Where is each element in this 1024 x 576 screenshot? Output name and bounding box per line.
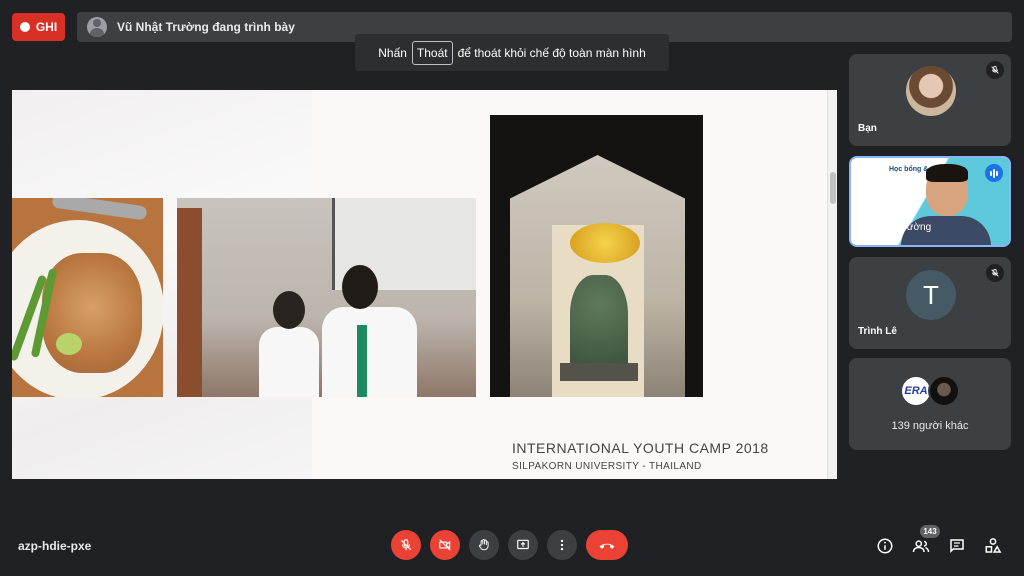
shared-slide: INTERNATIONAL YOUTH CAMP 2018 SILPAKORN …	[12, 90, 837, 479]
avatar: T	[906, 270, 956, 320]
chat-icon	[950, 539, 964, 554]
people-count-badge: 143	[920, 525, 940, 538]
mic-off-icon	[986, 264, 1004, 282]
end-call-button[interactable]	[586, 530, 628, 560]
others-count-label: 139 người khác	[891, 420, 969, 432]
presenter-text: Vũ Nhật Trường đang trình bày	[117, 20, 295, 34]
participant-tile-presenter[interactable]: Học bổng & cơ hội học Vũ Nhật Trường	[849, 156, 1011, 247]
people-icon	[912, 540, 930, 553]
slide-subtitle: SILPAKORN UNIVERSITY - THAILAND	[512, 461, 702, 472]
participant-tile-trinh[interactable]: T Trình Lê	[849, 257, 1011, 349]
toast-suffix: để thoát khỏi chế độ toàn màn hình	[457, 45, 646, 60]
scrollbar-thumb[interactable]	[830, 172, 836, 204]
toast-prefix: Nhấn	[378, 45, 407, 60]
participant-name: Bạn	[858, 123, 877, 134]
meeting-code: azp-hdie-pxe	[18, 539, 92, 553]
recording-label: GHI	[35, 20, 58, 34]
presenter-avatar-icon	[87, 17, 107, 37]
participant-tile-self[interactable]: Bạn	[849, 54, 1011, 146]
end-call-icon	[599, 543, 615, 549]
escape-key-chip: Thoát	[411, 40, 453, 65]
present-screen-icon	[517, 539, 529, 550]
mic-off-icon	[400, 539, 412, 551]
recording-dot-icon	[19, 22, 30, 32]
pad-thai-photo	[12, 198, 163, 397]
participant-name: Vũ Nhật Trường	[859, 222, 932, 233]
other-participants-tile[interactable]: ERA 139 người khác	[849, 358, 1011, 450]
people-button[interactable]	[911, 536, 931, 556]
camera-off-icon	[439, 539, 451, 551]
meet-window: GHI Vũ Nhật Trường đang trình bày Nhấn T…	[0, 0, 1024, 576]
camera-toggle-button[interactable]	[430, 530, 460, 560]
recording-badge[interactable]: GHI	[12, 13, 65, 41]
chat-button[interactable]	[947, 536, 967, 556]
speaking-indicator-icon	[985, 164, 1003, 182]
more-options-icon	[560, 539, 564, 551]
slide-scrollbar[interactable]	[827, 90, 837, 479]
ganesha-shrine-photo	[490, 115, 703, 397]
raise-hand-button[interactable]	[469, 530, 499, 560]
mic-off-icon	[986, 61, 1004, 79]
other-avatars: ERA	[900, 375, 960, 407]
participant-name: Trình Lê	[858, 326, 897, 337]
avatar	[906, 66, 956, 116]
info-icon	[877, 538, 893, 554]
mic-toggle-button[interactable]	[391, 530, 421, 560]
students-photo	[177, 198, 476, 397]
avatar	[928, 375, 960, 407]
activities-icon	[985, 538, 1002, 553]
raise-hand-icon	[478, 538, 489, 551]
activities-button[interactable]	[983, 536, 1003, 556]
meeting-info-button[interactable]	[875, 536, 895, 556]
present-screen-button[interactable]	[508, 530, 538, 560]
fullscreen-toast: Nhấn Thoát để thoát khỏi chế độ toàn màn…	[355, 34, 669, 71]
slide-title: INTERNATIONAL YOUTH CAMP 2018	[512, 440, 769, 456]
more-options-button[interactable]	[547, 530, 577, 560]
